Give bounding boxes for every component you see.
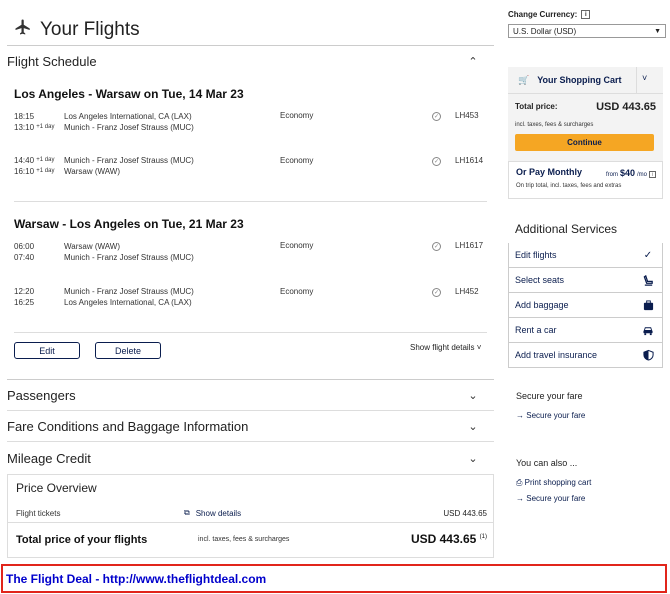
mileage-credit-header[interactable]: Mileage Credit ⌄	[7, 443, 494, 473]
flight-schedule-header[interactable]: Flight Schedule ⌃	[7, 46, 494, 76]
price-overview-panel: Price Overview Flight tickets ⧉ Show det…	[7, 474, 494, 558]
cart-header-divider	[636, 67, 637, 94]
segment-times: 06:00 07:40	[14, 242, 35, 262]
info-icon[interactable]: i	[581, 10, 591, 19]
chevron-down-icon: ˅	[476, 343, 482, 352]
service-add-travel-insurance[interactable]: Add travel insurance	[508, 343, 663, 368]
airplane-icon	[14, 18, 32, 42]
trip-divider	[14, 332, 487, 333]
tickets-amount: USD 443.65	[443, 509, 487, 518]
baggage-icon	[642, 299, 654, 311]
section-divider	[7, 379, 494, 380]
price-overview-title: Price Overview	[16, 481, 97, 495]
pay-monthly-note: On trip total, incl. taxes, fees and ext…	[516, 183, 622, 189]
segment-flight-number: LH1617	[455, 241, 484, 250]
segment-times: 14:40 +1 day 16:10 +1 day	[14, 156, 55, 176]
external-window-icon: ⧉	[184, 508, 190, 517]
service-rent-a-car[interactable]: Rent a car	[508, 318, 663, 343]
arrow-right-icon: →	[516, 494, 524, 503]
additional-services-title: Additional Services	[515, 222, 618, 236]
arrow-right-icon: →	[516, 411, 524, 420]
segment-times: 12:20 16:25	[14, 287, 35, 307]
segment-flight-number: LH452	[455, 287, 479, 296]
dropdown-arrow-icon: ▼	[654, 27, 661, 35]
total-price-label: Total price of your flights	[16, 534, 148, 546]
flight-schedule-title: Flight Schedule	[7, 53, 97, 69]
segment-airports: Los Angeles International, CA (LAX) Muni…	[64, 112, 194, 132]
print-cart-link[interactable]: ⎙ Print shopping cart	[516, 478, 591, 488]
car-icon	[642, 324, 654, 336]
service-edit-flights[interactable]: Edit flights ✓	[508, 243, 663, 268]
check-circle-icon: ✓	[432, 242, 441, 251]
flight-tickets-label: Flight tickets	[16, 509, 61, 518]
segment-airports: Munich - Franz Josef Strauss (MUC) Warsa…	[64, 156, 194, 176]
pay-monthly-price: from $40 /mo i	[606, 168, 656, 178]
segment-cabin: Economy	[280, 287, 314, 296]
secure-fare-link-2[interactable]: → Secure your fare	[516, 494, 585, 503]
you-can-also-title: You can also ...	[516, 458, 578, 468]
edit-button[interactable]: Edit	[14, 342, 80, 359]
check-circle-icon: ✓	[432, 112, 441, 121]
continue-button[interactable]: Continue	[515, 134, 654, 151]
passengers-header[interactable]: Passengers ⌄	[7, 381, 494, 411]
pay-monthly-label: Or Pay Monthly	[516, 167, 583, 177]
cart-total-label: Total price:	[515, 102, 558, 111]
segment-cabin: Economy	[280, 156, 314, 165]
seat-icon	[642, 274, 654, 286]
service-add-baggage[interactable]: Add baggage	[508, 293, 663, 318]
shopping-cart-header[interactable]: 🛒 Your Shopping Cart	[508, 67, 663, 94]
footer-link[interactable]: The Flight Deal - http://www.theflightde…	[6, 572, 266, 586]
cart-total-amount: USD 443.65	[596, 101, 656, 113]
chevron-down-icon[interactable]: ⌄	[466, 420, 480, 433]
segment-airports: Munich - Franz Josef Strauss (MUC) Los A…	[64, 287, 194, 307]
info-icon[interactable]: i	[649, 171, 656, 178]
chevron-down-icon[interactable]: ⌄	[466, 389, 480, 402]
footer-banner: The Flight Deal - http://www.theflightde…	[1, 564, 667, 593]
printer-icon: ⎙	[516, 478, 523, 487]
trip-title: Los Angeles - Warsaw on Tue, 14 Mar 23	[14, 87, 244, 101]
segment-cabin: Economy	[280, 241, 314, 250]
shield-icon	[642, 349, 654, 361]
pay-monthly-panel[interactable]: Or Pay Monthly from $40 /mo i On trip to…	[508, 161, 663, 199]
segment-times: 18:15 13:10 +1 day	[14, 112, 55, 132]
total-price-amount: USD 443.65 (1)	[410, 532, 487, 546]
price-divider	[8, 522, 493, 523]
chevron-down-icon[interactable]: ˅	[642, 73, 647, 83]
delete-button[interactable]: Delete	[95, 342, 161, 359]
show-details-link[interactable]: ⧉ Show details	[184, 508, 241, 518]
passengers-title: Passengers	[7, 388, 76, 403]
service-select-seats[interactable]: Select seats	[508, 268, 663, 293]
change-currency-label: Change Currency: i	[508, 10, 591, 19]
chevron-up-icon[interactable]: ⌃	[466, 55, 480, 68]
trip-divider	[14, 201, 487, 202]
total-price-note: incl. taxes, fees & surcharges	[198, 536, 290, 543]
fare-conditions-title: Fare Conditions and Baggage Information	[7, 419, 249, 434]
page-title: Your Flights	[14, 18, 140, 42]
mileage-credit-title: Mileage Credit	[7, 450, 91, 466]
checkmark-icon: ✓	[643, 249, 653, 261]
secure-fare-link[interactable]: → Secure your fare	[516, 411, 585, 420]
fare-conditions-header[interactable]: Fare Conditions and Baggage Information …	[7, 412, 494, 442]
trip-title: Warsaw - Los Angeles on Tue, 21 Mar 23	[14, 217, 244, 231]
segment-flight-number: LH1614	[455, 156, 484, 165]
secure-fare-title: Secure your fare	[516, 391, 583, 401]
segment-flight-number: LH453	[455, 111, 479, 120]
segment-cabin: Economy	[280, 111, 314, 120]
show-flight-details-link[interactable]: Show flight details ˅	[410, 343, 481, 352]
chevron-down-icon[interactable]: ⌄	[466, 452, 480, 465]
currency-select[interactable]: U.S. Dollar (USD) ▼	[508, 24, 666, 38]
segment-airports: Warsaw (WAW) Munich - Franz Josef Straus…	[64, 242, 194, 262]
check-circle-icon: ✓	[432, 288, 441, 297]
check-circle-icon: ✓	[432, 157, 441, 166]
cart-total-note: incl. taxes, fees & surcharges	[515, 122, 594, 128]
cart-icon: 🛒	[518, 74, 530, 85]
